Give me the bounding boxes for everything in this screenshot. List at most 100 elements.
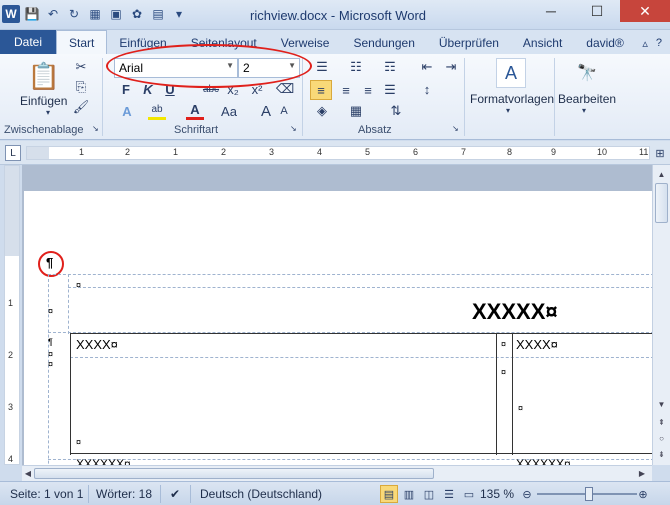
- text-effects-icon[interactable]: A: [118, 102, 136, 120]
- table-icon[interactable]: ▦: [86, 5, 104, 23]
- paste-dropdown-icon[interactable]: ▾: [46, 108, 50, 117]
- vertical-scroll-thumb[interactable]: [655, 183, 668, 223]
- print-layout-view-icon[interactable]: ▤: [380, 485, 398, 503]
- clipboard-launcher-icon[interactable]: ↘: [92, 124, 99, 133]
- scroll-down-icon[interactable]: ▼: [655, 397, 668, 411]
- editing-dropdown-icon[interactable]: ▾: [582, 106, 586, 115]
- cut-icon[interactable]: ✂: [72, 58, 90, 76]
- vertical-ruler[interactable]: 1 2 3 4: [4, 165, 20, 465]
- browse-object-icon[interactable]: ○: [655, 431, 668, 445]
- tab-file[interactable]: Datei: [0, 30, 56, 54]
- tab-view[interactable]: Ansicht: [511, 32, 574, 54]
- format-painter-icon[interactable]: 🖌: [72, 98, 90, 116]
- shapes-icon[interactable]: ✿: [128, 5, 146, 23]
- styles-button-label[interactable]: Formatvorlagen: [470, 92, 554, 106]
- line-spacing-icon[interactable]: ↕: [418, 80, 436, 98]
- scroll-up-icon[interactable]: ▲: [655, 167, 668, 181]
- ruler-number: 10: [597, 147, 608, 157]
- word-count[interactable]: Wörter: 18: [96, 487, 152, 501]
- horizontal-ruler[interactable]: 1 2 1 2 3 4 5 6 7 8 9 10 11: [26, 146, 650, 160]
- maximize-button[interactable]: ☐: [574, 0, 620, 22]
- document-heading[interactable]: XXXXX¤: [472, 299, 558, 325]
- editing-button-label[interactable]: Bearbeiten: [558, 92, 616, 106]
- proofing-icon[interactable]: ✔: [170, 487, 180, 501]
- help-icon[interactable]: ?: [656, 37, 662, 49]
- paste-icon[interactable]: 📋: [26, 58, 62, 94]
- paragraph-mark[interactable]: ¶: [46, 255, 53, 270]
- tab-review[interactable]: Überprüfen: [427, 32, 511, 54]
- tab-start[interactable]: Start: [56, 30, 108, 54]
- font-launcher-icon[interactable]: ↘: [290, 124, 297, 133]
- justify-icon[interactable]: ☰: [380, 80, 400, 100]
- shading-icon[interactable]: ◈: [312, 102, 332, 120]
- table-cell-left[interactable]: XXXX¤: [76, 337, 118, 352]
- highlight-color-icon[interactable]: ab: [148, 102, 166, 120]
- table-row-bottom-left[interactable]: XXXXXX¤: [76, 457, 131, 465]
- next-page-icon[interactable]: ⇟: [655, 447, 668, 461]
- increase-indent-icon[interactable]: ⇥: [442, 58, 460, 76]
- bullets-icon[interactable]: ☰: [312, 58, 332, 76]
- outline-view-icon[interactable]: ☰: [440, 485, 458, 503]
- clear-formatting-icon[interactable]: ⌫: [276, 80, 294, 98]
- shrink-font-button[interactable]: A: [276, 102, 292, 120]
- styles-dropdown-icon[interactable]: ▾: [506, 106, 510, 115]
- document-page[interactable]: ¶ ¤ ¤ XXXXX¤ ¶ ¤ ¤ XXXX¤ ¤ ¤ XXXX¤ ¤ ¤ X…: [24, 191, 652, 465]
- print-preview-icon[interactable]: ▤: [149, 5, 167, 23]
- zoom-in-icon[interactable]: ⊕: [634, 485, 652, 503]
- document-area[interactable]: ¶ ¤ ¤ XXXXX¤ ¶ ¤ ¤ XXXX¤ ¤ ¤ XXXX¤ ¤ ¤ X…: [22, 165, 652, 465]
- horizontal-scrollbar[interactable]: ◀ ▶: [22, 465, 652, 481]
- grow-font-button[interactable]: A: [258, 102, 274, 120]
- align-right-icon[interactable]: ≡: [358, 80, 378, 100]
- redo-icon[interactable]: ↻: [65, 5, 83, 23]
- web-layout-icon[interactable]: ◫: [420, 485, 438, 503]
- customize-qat-icon[interactable]: ▾: [170, 5, 188, 23]
- page-count[interactable]: Seite: 1 von 1: [10, 487, 83, 501]
- picture-icon[interactable]: ▣: [107, 5, 125, 23]
- table-cell-right[interactable]: XXXX¤: [516, 337, 558, 352]
- view-ruler-icon[interactable]: ⊞: [652, 145, 668, 161]
- ribbon-tabs: Datei Start Einfügen Seitenlayout Verwei…: [0, 30, 670, 54]
- align-center-icon[interactable]: ≡: [336, 80, 356, 100]
- sort-icon[interactable]: ⇅: [386, 102, 406, 120]
- zoom-out-icon[interactable]: ⊖: [518, 485, 536, 503]
- styles-icon[interactable]: A: [496, 58, 526, 88]
- numbering-icon[interactable]: ☷: [346, 58, 366, 76]
- ruler-number: 2: [125, 147, 131, 157]
- font-color-icon[interactable]: A: [186, 102, 204, 120]
- find-binoculars-icon[interactable]: 🔭: [572, 58, 602, 88]
- cell-end-mark: ¤: [48, 306, 54, 316]
- paste-button-label[interactable]: Einfügen: [20, 94, 67, 108]
- tab-selector-icon[interactable]: L: [5, 145, 21, 161]
- ruler-number: 4: [8, 454, 14, 464]
- borders-icon[interactable]: ▦: [346, 102, 366, 120]
- previous-page-icon[interactable]: ⇞: [655, 415, 668, 429]
- horizontal-scroll-thumb[interactable]: [34, 468, 434, 479]
- table-row-bottom-right[interactable]: XXXXXX¤: [516, 457, 571, 465]
- save-icon[interactable]: 💾: [23, 5, 41, 23]
- zoom-level[interactable]: 135 %: [480, 487, 514, 501]
- tab-david[interactable]: david®: [574, 32, 636, 54]
- full-screen-reading-icon[interactable]: ▥: [400, 485, 418, 503]
- scroll-left-icon[interactable]: ◀: [22, 467, 34, 480]
- copy-icon[interactable]: ⎘: [72, 78, 90, 96]
- draft-view-icon[interactable]: ▭: [460, 485, 478, 503]
- quick-access-toolbar: W 💾 ↶ ↻ ▦ ▣ ✿ ▤ ▾: [2, 5, 188, 23]
- word-app-icon[interactable]: W: [2, 5, 20, 23]
- zoom-slider-thumb[interactable]: [585, 487, 593, 501]
- bold-button[interactable]: F: [118, 80, 134, 98]
- paragraph-launcher-icon[interactable]: ↘: [452, 124, 459, 133]
- scroll-right-icon[interactable]: ▶: [636, 467, 648, 480]
- minimize-button[interactable]: ─: [528, 0, 574, 22]
- undo-icon[interactable]: ↶: [44, 5, 62, 23]
- status-bar: Seite: 1 von 1 Wörter: 18 ✔ Deutsch (Deu…: [0, 481, 670, 505]
- tab-mailings[interactable]: Sendungen: [341, 32, 426, 54]
- cell-end-mark: ¤: [48, 359, 54, 369]
- align-left-icon[interactable]: ≡: [310, 80, 332, 100]
- minimize-ribbon-icon[interactable]: ▵: [642, 37, 648, 50]
- language-status[interactable]: Deutsch (Deutschland): [200, 487, 322, 501]
- vertical-scrollbar[interactable]: ▲ ▼ ⇞ ○ ⇟: [652, 165, 670, 465]
- close-button[interactable]: ✕: [620, 0, 670, 22]
- change-case-button[interactable]: Aa: [218, 102, 240, 120]
- decrease-indent-icon[interactable]: ⇤: [418, 58, 436, 76]
- multilevel-list-icon[interactable]: ☶: [380, 58, 400, 76]
